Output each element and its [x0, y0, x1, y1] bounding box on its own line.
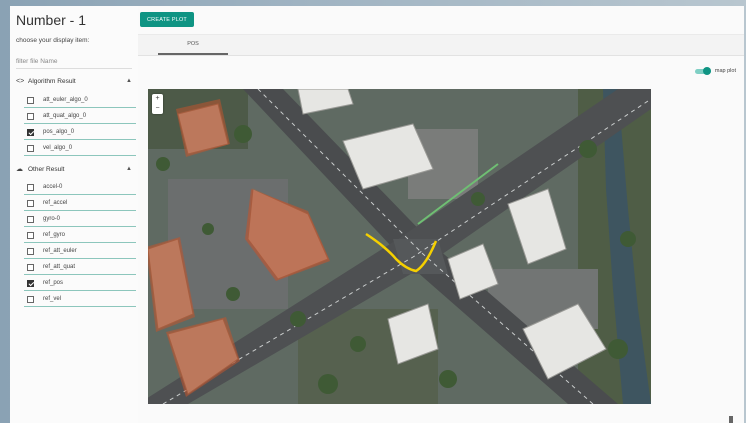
list-item-ref-pos[interactable]: ref_pos	[24, 276, 136, 291]
scrollbar-thumb[interactable]	[729, 416, 733, 423]
list-item-ref-vel[interactable]: ref_vel	[24, 292, 136, 307]
list-item-ref-accel[interactable]: ref_accel	[24, 196, 136, 211]
item-label: ref_vel	[43, 296, 62, 302]
item-label: ref_pos	[43, 280, 64, 286]
checkbox[interactable]	[27, 96, 34, 104]
group-label: Algorithm Result	[28, 77, 76, 85]
chevron-up-icon[interactable]: ▲	[126, 78, 132, 84]
chevron-up-icon[interactable]: ▲	[126, 166, 132, 172]
group-algorithm-result[interactable]: <> Algorithm Result ▲	[16, 73, 138, 89]
cloud-icon: ☁	[16, 166, 23, 173]
list-item-accel-0[interactable]: accel-0	[24, 180, 136, 195]
checkbox[interactable]	[27, 183, 34, 191]
group-label: Other Result	[28, 165, 65, 173]
item-label: gyro-0	[43, 216, 61, 222]
item-label: ref_gyro	[43, 232, 66, 238]
checkbox[interactable]	[27, 199, 34, 207]
item-label: ref_accel	[43, 200, 68, 206]
item-label: ref_att_quat	[43, 264, 76, 270]
list-item-gyro-0[interactable]: gyro-0	[24, 212, 136, 227]
item-label: accel-0	[43, 184, 63, 190]
checkbox[interactable]	[27, 112, 34, 120]
app-window: Number - 1 choose your display item: fil…	[10, 6, 744, 423]
checkbox[interactable]	[27, 215, 34, 223]
checkbox[interactable]	[27, 247, 34, 255]
list-item-att-euler-algo-0[interactable]: att_euler_algo_0	[24, 93, 136, 108]
checkbox[interactable]	[27, 144, 34, 152]
list-item-att-quat-algo-0[interactable]: att_quat_algo_0	[24, 109, 136, 124]
item-label: ref_att_euler	[43, 248, 77, 254]
list-item-ref-gyro[interactable]: ref_gyro	[24, 228, 136, 243]
checkbox-checked[interactable]	[27, 279, 34, 287]
list-item-ref-att-euler[interactable]: ref_att_euler	[24, 244, 136, 259]
map-plot-toggle[interactable]: map plot	[694, 67, 736, 75]
checkbox[interactable]	[27, 231, 34, 239]
item-label: vel_algo_0	[43, 145, 73, 151]
zoom-out-button[interactable]: −	[152, 104, 163, 114]
checkbox-checked[interactable]	[27, 128, 34, 136]
filter-input[interactable]: filter file Name	[16, 58, 132, 69]
sidebar: Number - 1 choose your display item: fil…	[10, 6, 138, 423]
group-other-result[interactable]: ☁ Other Result ▲	[16, 161, 138, 177]
display-item-prompt: choose your display item:	[16, 37, 90, 44]
code-icon: <>	[16, 77, 25, 85]
item-label: pos_algo_0	[43, 129, 75, 135]
tab-pos[interactable]: POS	[158, 35, 228, 55]
toggle-label: map plot	[714, 68, 736, 74]
list-item-ref-att-quat[interactable]: ref_att_quat	[24, 260, 136, 275]
zoom-in-button[interactable]: +	[152, 94, 163, 104]
create-plot-button[interactable]: CREATE PLOT	[140, 12, 194, 27]
item-label: att_euler_algo_0	[43, 97, 88, 103]
item-label: att_quat_algo_0	[43, 113, 87, 119]
map-imagery	[148, 89, 651, 404]
checkbox[interactable]	[27, 295, 34, 303]
list-item-pos-algo-0[interactable]: pos_algo_0	[24, 125, 136, 140]
toggle-switch[interactable]	[694, 67, 711, 75]
list-item-vel-algo-0[interactable]: vel_algo_0	[24, 141, 136, 156]
satellite-map[interactable]: + −	[148, 89, 651, 404]
tab-bar: POS	[138, 34, 744, 56]
page-title: Number - 1	[16, 12, 87, 28]
zoom-control: + −	[152, 94, 163, 114]
checkbox[interactable]	[27, 263, 34, 271]
